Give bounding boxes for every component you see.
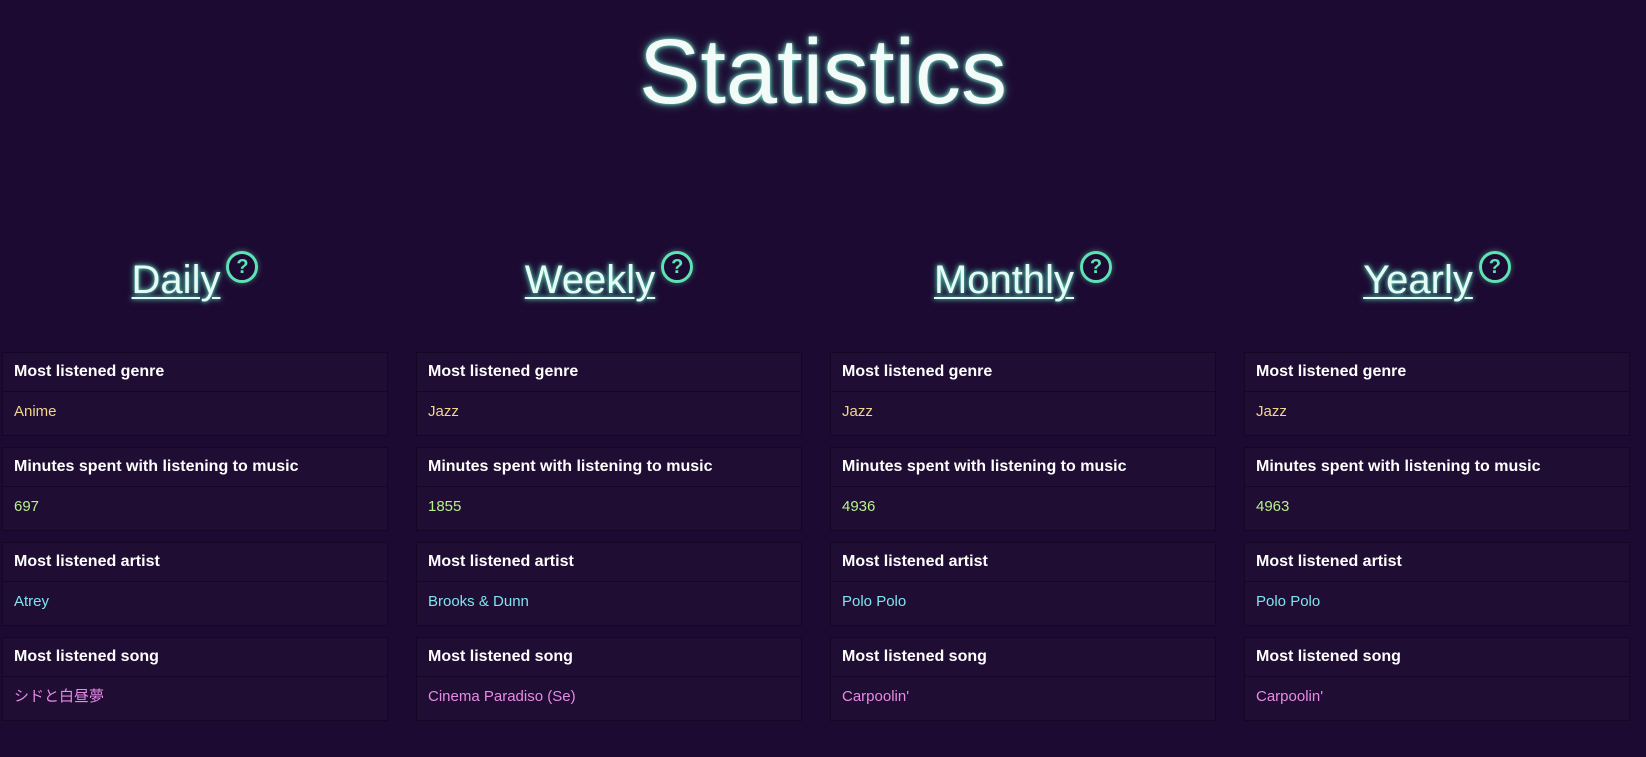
statistics-columns: Daily? Most listened genre Anime Minutes… [0, 0, 1646, 757]
stat-card-artist: Most listened artist Atrey [2, 542, 388, 626]
stat-card-genre: Most listened genre Jazz [1244, 352, 1630, 436]
stat-value-artist: Polo Polo [1256, 593, 1321, 610]
stat-value-genre: Jazz [1256, 403, 1287, 420]
period-column-monthly: Monthly? Most listened genre Jazz Minute… [828, 0, 1218, 757]
question-circle-icon[interactable]: ? [226, 250, 259, 283]
stat-label: Minutes spent with listening to music [1245, 448, 1629, 487]
stat-label: Most listened song [417, 638, 801, 677]
stat-label: Most listened artist [417, 543, 801, 582]
stat-value-song: Cinema Paradiso (Se) [428, 688, 576, 705]
stat-label: Most listened genre [1245, 353, 1629, 392]
stat-card-song: Most listened song Cinema Paradiso (Se) [416, 637, 802, 721]
stat-card-minutes: Minutes spent with listening to music 49… [1244, 447, 1630, 531]
stat-value-song: シドと白昼夢 [14, 688, 105, 705]
stat-label: Minutes spent with listening to music [417, 448, 801, 487]
stat-value-song: Carpoolin' [1256, 688, 1324, 705]
period-column-yearly: Yearly? Most listened genre Jazz Minutes… [1242, 0, 1632, 757]
stat-value-minutes: 4936 [842, 498, 876, 515]
stat-label: Most listened song [1245, 638, 1629, 677]
stat-label: Most listened genre [417, 353, 801, 392]
stat-value-artist: Atrey [14, 593, 50, 610]
question-circle-icon[interactable]: ? [1478, 250, 1511, 283]
stat-value-genre: Anime [14, 403, 57, 420]
stat-value-minutes: 697 [14, 498, 40, 515]
stat-card-minutes: Minutes spent with listening to music 69… [2, 447, 388, 531]
stat-label: Minutes spent with listening to music [831, 448, 1215, 487]
stat-label: Most listened artist [3, 543, 387, 582]
stat-label: Minutes spent with listening to music [3, 448, 387, 487]
stat-card-genre: Most listened genre Anime [2, 352, 388, 436]
period-link-daily[interactable]: Daily [132, 258, 221, 302]
period-link-yearly[interactable]: Yearly [1363, 258, 1473, 302]
period-heading-yearly: Yearly? [1242, 250, 1632, 305]
stat-value-song: Carpoolin' [842, 688, 910, 705]
stat-label: Most listened genre [3, 353, 387, 392]
stat-value-genre: Jazz [428, 403, 459, 420]
stat-label: Most listened artist [1245, 543, 1629, 582]
stat-card-genre: Most listened genre Jazz [830, 352, 1216, 436]
period-heading-daily: Daily? [0, 250, 390, 305]
stat-value-minutes: 4963 [1256, 498, 1290, 515]
stat-card-minutes: Minutes spent with listening to music 18… [416, 447, 802, 531]
period-link-monthly[interactable]: Monthly [934, 258, 1074, 302]
stat-card-song: Most listened song シドと白昼夢 [2, 637, 388, 721]
stat-value-minutes: 1855 [428, 498, 462, 515]
stat-card-genre: Most listened genre Jazz [416, 352, 802, 436]
stat-card-artist: Most listened artist Polo Polo [1244, 542, 1630, 626]
stat-label: Most listened song [831, 638, 1215, 677]
period-link-weekly[interactable]: Weekly [525, 258, 655, 302]
stat-label: Most listened song [3, 638, 387, 677]
stat-card-minutes: Minutes spent with listening to music 49… [830, 447, 1216, 531]
question-circle-icon[interactable]: ? [1080, 250, 1113, 283]
stat-value-artist: Brooks & Dunn [428, 593, 529, 610]
stat-value-genre: Jazz [842, 403, 873, 420]
stat-label: Most listened artist [831, 543, 1215, 582]
period-heading-weekly: Weekly? [414, 250, 804, 305]
stat-value-artist: Polo Polo [842, 593, 907, 610]
stat-card-artist: Most listened artist Polo Polo [830, 542, 1216, 626]
stat-card-artist: Most listened artist Brooks & Dunn [416, 542, 802, 626]
period-heading-monthly: Monthly? [828, 250, 1218, 305]
period-column-weekly: Weekly? Most listened genre Jazz Minutes… [414, 0, 804, 757]
question-circle-icon[interactable]: ? [661, 250, 694, 283]
stat-card-song: Most listened song Carpoolin' [830, 637, 1216, 721]
stat-card-song: Most listened song Carpoolin' [1244, 637, 1630, 721]
period-column-daily: Daily? Most listened genre Anime Minutes… [0, 0, 390, 757]
stat-label: Most listened genre [831, 353, 1215, 392]
